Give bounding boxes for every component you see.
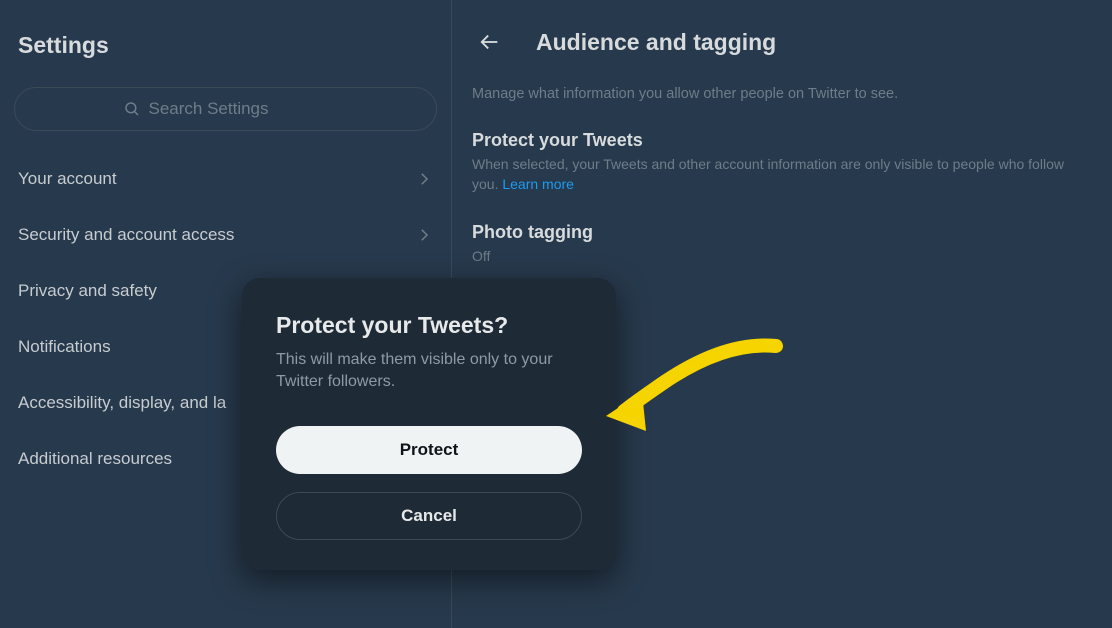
cancel-button[interactable]: Cancel [276,492,582,540]
protect-tweets-modal: Protect your Tweets? This will make them… [242,278,616,570]
chevron-right-icon [415,226,433,244]
setting-title: Photo tagging [472,222,1092,243]
learn-more-link[interactable]: Learn more [502,176,574,192]
sidebar-item-label: Security and account access [18,225,234,245]
chevron-right-icon [415,170,433,188]
modal-description: This will make them visible only to your… [276,349,582,394]
photo-tagging-setting[interactable]: Photo tagging Off [452,222,1112,267]
sidebar-item-label: Accessibility, display, and la [18,393,226,413]
setting-value: Off [472,247,1092,267]
setting-title: Protect your Tweets [472,130,1092,151]
sidebar-item-your-account[interactable]: Your account [14,151,437,207]
sidebar-item-security[interactable]: Security and account access [14,207,437,263]
protect-tweets-setting[interactable]: Protect your Tweets When selected, your … [452,130,1112,194]
sidebar-item-label: Notifications [18,337,111,357]
search-input[interactable] [149,99,329,119]
protect-button[interactable]: Protect [276,426,582,474]
setting-description: When selected, your Tweets and other acc… [472,155,1092,194]
sidebar-item-label: Your account [18,169,117,189]
sidebar-item-label: Additional resources [18,449,172,469]
back-button[interactable] [472,24,508,60]
settings-title: Settings [18,32,437,59]
search-settings-field[interactable] [14,87,437,131]
page-title: Audience and tagging [536,29,776,56]
page-description: Manage what information you allow other … [452,86,1112,102]
search-icon [123,100,141,118]
modal-title: Protect your Tweets? [276,312,582,339]
sidebar-item-label: Privacy and safety [18,281,157,301]
